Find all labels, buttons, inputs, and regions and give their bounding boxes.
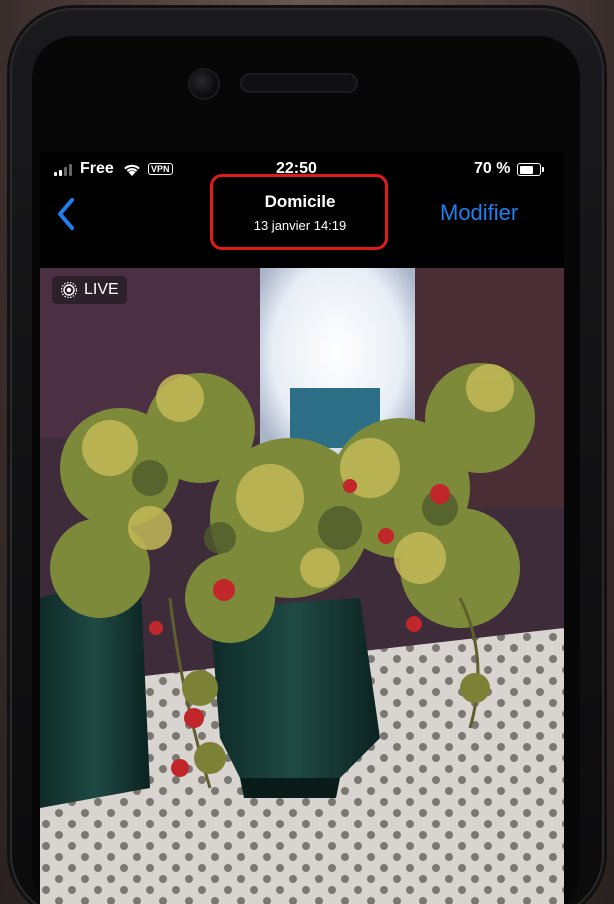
edit-button[interactable]: Modifier (440, 200, 518, 226)
live-photo-icon (60, 281, 78, 299)
chevron-left-icon[interactable] (52, 194, 80, 234)
photo-of-phone: Free VPN 22:50 70 % Domicile 13 janvier … (0, 0, 614, 904)
navigation-bar: Domicile 13 janvier 14:19 Modifier (40, 174, 564, 268)
signal-icon (54, 164, 72, 176)
battery-icon (517, 163, 544, 176)
vpn-badge: VPN (148, 163, 173, 175)
plant-photo (40, 268, 564, 904)
battery-percentage: 70 % (474, 160, 511, 177)
wifi-icon (124, 164, 140, 176)
earpiece-speaker (240, 73, 358, 93)
photo-view[interactable]: LIVE (40, 268, 564, 904)
front-camera (190, 70, 218, 98)
phone-screen: Free VPN 22:50 70 % Domicile 13 janvier … (40, 152, 564, 904)
live-photo-badge[interactable]: LIVE (52, 276, 127, 304)
carrier-name: Free (80, 160, 114, 177)
live-label: LIVE (84, 281, 119, 298)
red-highlight-box (210, 174, 388, 250)
